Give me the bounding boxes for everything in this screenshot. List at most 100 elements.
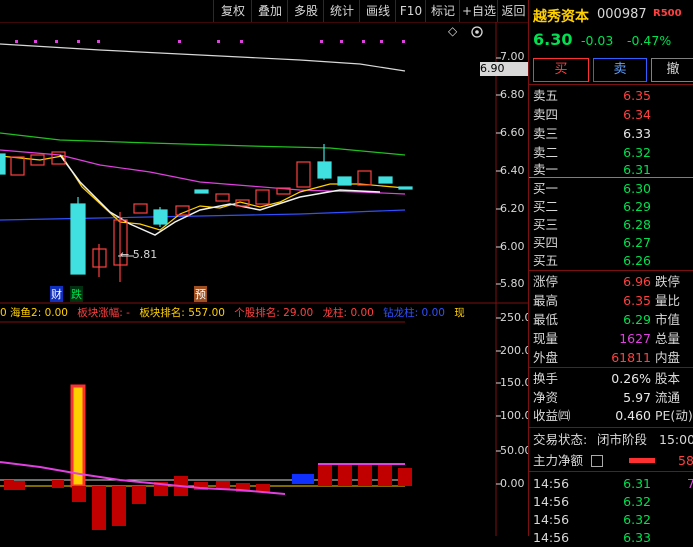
y-tick-6.60: 6.60 [500, 126, 525, 139]
quote-panel: 越秀资本 000987 R500 6.30 -0.03 -0.47% 买 卖 撤… [528, 0, 693, 545]
tick-time: 14:56 [533, 494, 570, 509]
tick-price: 6.32 [623, 512, 651, 527]
bid-row-1[interactable]: 买一 6.30 [533, 179, 693, 198]
ask-price: 6.33 [623, 126, 651, 141]
low-price-value: 5.81 [132, 248, 158, 261]
bid-price: 6.26 [623, 253, 651, 268]
stat-value: 1627 [619, 331, 651, 346]
tick-price: 6.32 [623, 494, 651, 509]
bid-row-2[interactable]: 买二 6.29 [533, 197, 693, 216]
mark-button[interactable]: 标记 [425, 0, 460, 22]
stat-value: 6.29 [623, 312, 651, 327]
stat-label-2: 股本 [655, 371, 681, 386]
ask-row-4[interactable]: 卖四 6.34 [533, 105, 693, 124]
ask-row-5[interactable]: 卖五 6.35 [533, 86, 693, 105]
bid-row-3[interactable]: 买三 6.28 [533, 215, 693, 234]
net-flow-bar [629, 458, 655, 463]
back-button[interactable]: 返回 [497, 0, 529, 22]
stat-label: 收益㈣ [533, 408, 571, 423]
stat-label-2: 跌停 [655, 274, 681, 289]
indicator-sector-rank: 板块排名: 557.00 [139, 307, 225, 319]
trade-status-label: 交易状态: [533, 432, 588, 447]
draw-line-button[interactable]: 画线 [359, 0, 396, 22]
indicator-bar: 0 海鱼2: 0.00 板块涨幅: - 板块排名: 557.00 个股排名: 2… [0, 305, 496, 321]
net-flow-row[interactable]: 主力净额 58 [533, 451, 693, 470]
y-tick-6.40: 6.40 [500, 164, 525, 177]
tick-price: 6.31 [623, 476, 651, 491]
bid-row-5[interactable]: 买五 6.26 [533, 251, 693, 270]
marker-cai[interactable]: 财 [50, 286, 63, 302]
ask-row-3[interactable]: 卖三 6.33 [533, 124, 693, 143]
bid-price: 6.29 [623, 199, 651, 214]
stat-row-turnover: 换手 0.26% 股本 [533, 369, 693, 388]
current-price-tag: 6.90 [480, 62, 528, 76]
settings-icon[interactable] [470, 24, 484, 38]
tick-row: 14:56 6.31 7 [533, 474, 693, 493]
stat-label-2: 总量 [655, 331, 681, 346]
stat-row-net-assets: 净资 5.97 流通 [533, 388, 693, 407]
bid-price: 6.28 [623, 217, 651, 232]
tick-row: 14:56 6.32 [533, 492, 693, 511]
stat-value: 61811 [611, 350, 651, 365]
stat-row-outer: 外盘 61811 内盘 [533, 348, 693, 367]
stat-row-low: 最低 6.29 市值 [533, 310, 693, 329]
f10-button[interactable]: F10 [395, 0, 426, 22]
multi-stock-button[interactable]: 多股 [287, 0, 324, 22]
stat-label: 涨停 [533, 274, 559, 289]
indicator-diamond-pillar: 钻龙柱: 0.00 [383, 307, 445, 319]
cancel-order-button[interactable]: 撤 [651, 58, 693, 82]
y-tick-6.20: 6.20 [500, 202, 525, 215]
stat-value: 6.35 [623, 293, 651, 308]
bid-label: 买二 [533, 199, 559, 214]
ask-label: 卖五 [533, 88, 559, 103]
y-tick-6.00: 6.00 [500, 240, 525, 253]
chart-toolbar: 复权 叠加 多股 统计 画线 F10 标记 +自选 返回 [0, 0, 528, 22]
trade-status-row: 交易状态: 闭市阶段 15:00: [533, 430, 693, 449]
tick-time: 14:56 [533, 512, 570, 527]
indicator-dragon-pillar: 龙柱: 0.00 [322, 307, 374, 319]
tick-time: 14:56 [533, 476, 570, 491]
price-change-pct: -0.47% [627, 33, 672, 48]
bid-label: 买三 [533, 217, 559, 232]
stat-label: 最高 [533, 293, 559, 308]
stat-label-2: 市值 [655, 312, 681, 327]
vol-tick-0: 0.00 [500, 477, 525, 490]
sell-button[interactable]: 卖 [593, 58, 647, 82]
indicator-haiyu: 0 海鱼2: 0.00 [0, 307, 68, 319]
kline-svg [0, 22, 528, 536]
stat-label: 最低 [533, 312, 559, 327]
bid-label: 买五 [533, 253, 559, 268]
fuquan-button[interactable]: 复权 [213, 0, 252, 22]
diamond-icon[interactable]: ◇ [448, 24, 457, 38]
stat-label: 现量 [533, 331, 559, 346]
trade-status-value: 闭市阶段 [597, 432, 648, 447]
tick-row: 14:56 6.33 [533, 528, 693, 547]
tick-price: 6.33 [623, 530, 651, 545]
indicator-stock-rank: 个股排名: 29.00 [234, 307, 314, 319]
trade-status-time: 15:00: [659, 432, 693, 447]
add-watchlist-button[interactable]: +自选 [459, 0, 498, 22]
tick-row: 14:56 6.32 [533, 510, 693, 529]
y-tick-5.80: 5.80 [500, 277, 525, 290]
kline-chart-area[interactable]: 7.00 6.90 6.80 6.60 6.40 6.20 6.00 5.80 … [0, 22, 539, 536]
marker-yu[interactable]: 预 [194, 286, 207, 302]
net-flow-label: 主力净额 [533, 453, 584, 468]
ask-label: 卖四 [533, 107, 559, 122]
indicator-sector-change: 板块涨幅: - [77, 307, 130, 319]
r500-badge: R500 [653, 8, 682, 19]
overlay-button[interactable]: 叠加 [251, 0, 288, 22]
statistics-button[interactable]: 统计 [323, 0, 360, 22]
bid-row-4[interactable]: 买四 6.27 [533, 233, 693, 252]
stat-value: 5.97 [623, 390, 651, 405]
indicator-xian: 现 [454, 307, 465, 319]
stat-label: 净资 [533, 390, 559, 405]
net-flow-value: 58 [678, 453, 693, 468]
ask-label: 卖三 [533, 126, 559, 141]
stat-value: 6.96 [623, 274, 651, 289]
tick-extra: 7 [687, 476, 693, 491]
stat-label: 换手 [533, 371, 559, 386]
price-change: -0.03 [581, 33, 614, 48]
marker-die[interactable]: 跌 [70, 286, 83, 302]
buy-button[interactable]: 买 [533, 58, 589, 82]
list-icon[interactable] [591, 455, 603, 467]
